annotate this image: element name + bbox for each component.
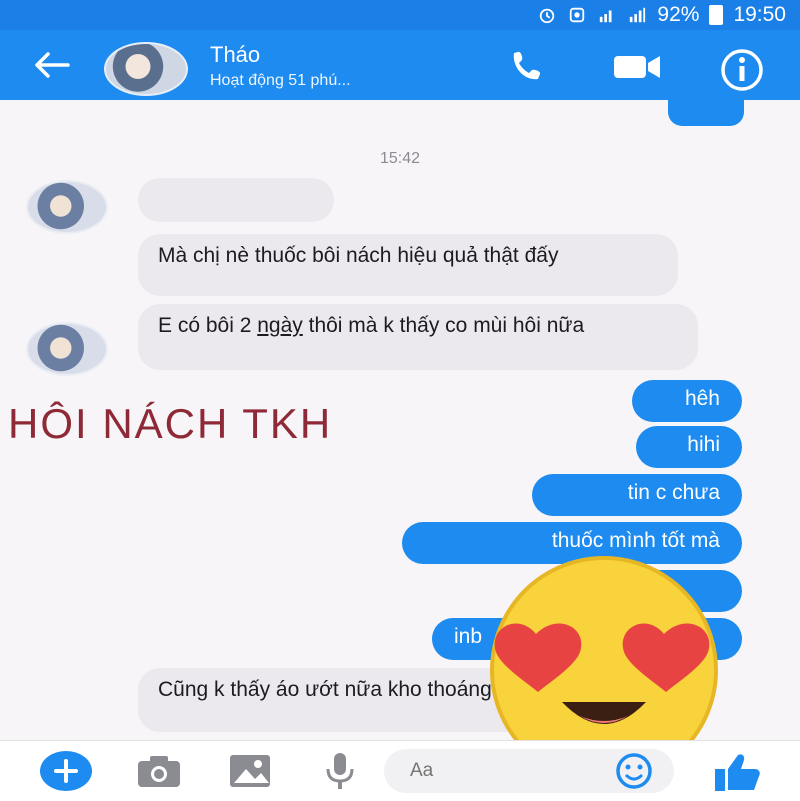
message-timestamp: 15:42 (379, 150, 421, 167)
info-icon[interactable] (718, 46, 766, 94)
battery-icon (709, 5, 724, 25)
message-text: Cũng k thấy áo ướt nữa kho thoáng hẳn (158, 678, 533, 701)
video-camera-icon[interactable] (612, 50, 664, 84)
message-text-part: E có bôi 2 (158, 314, 258, 337)
outgoing-message[interactable]: tin c chưa (532, 474, 742, 516)
status-bar: 92% 19:50 (0, 0, 800, 30)
status-indicators: 92% 19:50 (537, 3, 786, 27)
overlay-caption: HÔI NÁCH TKH (8, 400, 333, 447)
previous-outgoing-bubble (668, 100, 744, 126)
emoji-icon[interactable] (612, 751, 656, 791)
image-icon[interactable] (228, 753, 272, 789)
outgoing-message[interactable]: hêh (632, 380, 742, 422)
phone-icon[interactable] (510, 48, 550, 84)
contact-name[interactable]: Tháo (210, 42, 260, 68)
back-arrow-icon[interactable] (32, 50, 72, 80)
message-thread[interactable]: 15:42 Mà chị nè thuốc bôi nách hiệu quả … (0, 100, 800, 784)
sender-avatar[interactable] (26, 322, 108, 376)
thumbs-up-icon[interactable] (712, 751, 762, 793)
contact-avatar[interactable] (104, 42, 188, 96)
chat-header: Tháo Hoạt động 51 phú... (0, 30, 800, 100)
message-text: Mà chị nè thuốc bôi nách hiệu quả thật đ… (158, 244, 559, 267)
message-text: hihi (687, 433, 720, 456)
plus-button[interactable] (40, 751, 92, 791)
message-text: thuốc mình tốt mà (551, 529, 720, 552)
message-text: tin c chưa (627, 481, 720, 504)
microphone-icon[interactable] (322, 751, 358, 791)
sender-avatar[interactable] (26, 180, 108, 234)
signal-icon (600, 10, 612, 23)
message-text-underlined: ngày (257, 314, 303, 337)
battery-percent: 92% (657, 3, 700, 26)
incoming-message-blurred[interactable] (138, 178, 334, 222)
clock: 19:50 (733, 3, 786, 26)
outgoing-message[interactable]: hihi (636, 426, 742, 468)
plus-icon (54, 759, 78, 783)
message-text-part: thôi mà k thấy co mùi hôi nữa (302, 314, 585, 337)
message-composer (0, 740, 800, 801)
message-text: inb (454, 625, 483, 648)
incoming-message[interactable]: E có bôi 2 ngày thôi mà k thấy co mùi hô… (138, 304, 698, 370)
camera-icon[interactable] (136, 753, 182, 789)
incoming-message[interactable]: Mà chị nè thuốc bôi nách hiệu quả thật đ… (138, 234, 678, 296)
sync-icon (570, 7, 585, 23)
signal-2-icon (630, 7, 646, 23)
alarm-icon (540, 8, 555, 24)
message-text: hêh (684, 387, 720, 410)
contact-activity-status: Hoạt động 51 phú... (210, 72, 351, 89)
